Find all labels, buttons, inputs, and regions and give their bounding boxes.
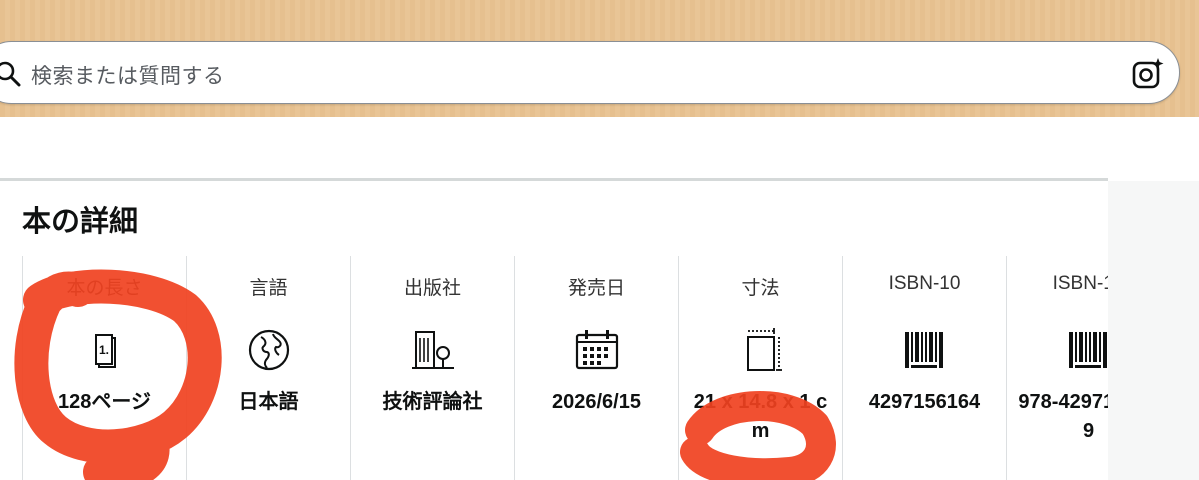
detail-label: 本の長さ (66, 278, 143, 299)
search-icon[interactable] (0, 61, 21, 87)
search-bar[interactable]: 検索または質問する (0, 41, 1180, 104)
detail-release-date[interactable]: 発売日 2026/6/15 (514, 256, 678, 480)
search-input[interactable]: 検索または質問する (31, 60, 225, 90)
calendar-icon (575, 330, 618, 370)
detail-value: 21 x 14.8 x 1 cm (693, 391, 828, 442)
detail-value: 978-4297156169 (1018, 391, 1108, 442)
barcode-icon (1068, 332, 1107, 368)
globe-icon (248, 329, 289, 371)
barcode-icon (904, 332, 943, 368)
book-details-carousel[interactable]: 本の長さ 1. 128ページ 言語 日本語 出版社 技術評論社 発売日 2026… (22, 256, 1108, 480)
right-panel (1108, 181, 1199, 480)
detail-label: 言語 (249, 278, 288, 299)
page-count-icon: 1. (94, 334, 116, 368)
detail-isbn-10[interactable]: ISBN-10 4297156164 (842, 256, 1006, 480)
detail-isbn-13[interactable]: ISBN-13 978-4297156169 (1006, 256, 1108, 480)
detail-label: ISBN-10 (888, 273, 961, 294)
section-divider (0, 178, 1108, 181)
detail-value: 技術評論社 (382, 391, 483, 413)
dimensions-icon (746, 328, 782, 371)
detail-page-count[interactable]: 本の長さ 1. 128ページ (22, 256, 186, 480)
detail-publisher[interactable]: 出版社 技術評論社 (350, 256, 514, 480)
section-title: 本の詳細 (22, 206, 139, 238)
camera-search-icon[interactable] (1131, 57, 1165, 91)
detail-value: 日本語 (238, 391, 299, 413)
detail-value: 4297156164 (868, 391, 981, 413)
detail-label: 寸法 (741, 278, 780, 299)
detail-dimensions[interactable]: 寸法 21 x 14.8 x 1 cm (678, 256, 842, 480)
detail-label: ISBN-13 (1052, 273, 1108, 294)
header-band: 検索または質問する (0, 0, 1199, 117)
svg-text:1.: 1. (98, 343, 108, 357)
detail-label: 発売日 (567, 278, 625, 299)
detail-value: 2026/6/15 (552, 391, 641, 413)
detail-label: 出版社 (403, 278, 461, 299)
detail-value: 128ページ (58, 391, 151, 413)
building-icon (411, 331, 454, 369)
detail-language[interactable]: 言語 日本語 (186, 256, 350, 480)
